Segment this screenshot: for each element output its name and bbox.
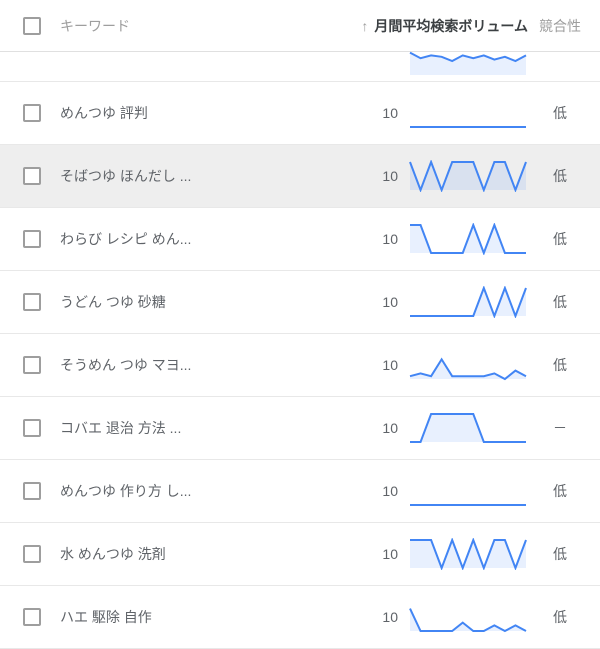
competition-cell: 低 — [528, 481, 592, 501]
row-checkbox[interactable] — [23, 230, 41, 248]
volume-value: 10 — [374, 105, 398, 121]
row-checkbox[interactable] — [23, 545, 41, 563]
table-row[interactable]: 水 めんつゆ 洗剤 10 低 — [0, 523, 600, 586]
keyword-table: キーワード ↑ 月間平均検索ボリューム 競合性 めんつゆ 評判 10 低 そばつ… — [0, 0, 600, 649]
row-checkbox[interactable] — [23, 608, 41, 626]
row-checkbox-cell — [8, 608, 56, 626]
table-row[interactable]: めんつゆ 作り方 し... 10 低 — [0, 460, 600, 523]
row-checkbox[interactable] — [23, 356, 41, 374]
competition-cell: 低 — [528, 607, 592, 627]
volume-cell: 10 — [318, 97, 528, 129]
table-row-partial — [0, 52, 600, 82]
table-row[interactable]: コバエ 退治 方法 ... 10 － — [0, 397, 600, 460]
row-checkbox[interactable] — [23, 104, 41, 122]
sparkline — [408, 601, 528, 633]
table-row[interactable]: うどん つゆ 砂糖 10 低 — [0, 271, 600, 334]
header-volume-label: 月間平均検索ボリューム — [374, 16, 528, 36]
competition-cell: 低 — [528, 544, 592, 564]
competition-cell: － — [528, 418, 592, 438]
sparkline — [408, 160, 528, 192]
sparkline — [408, 286, 528, 318]
volume-cell: 10 — [318, 349, 528, 381]
row-checkbox[interactable] — [23, 482, 41, 500]
row-checkbox-cell — [8, 482, 56, 500]
select-all-checkbox[interactable] — [23, 17, 41, 35]
competition-cell: 低 — [528, 355, 592, 375]
sort-ascending-icon: ↑ — [361, 18, 368, 34]
header-checkbox-cell — [8, 17, 56, 35]
keyword-cell[interactable]: そうめん つゆ マヨ... — [56, 355, 318, 375]
row-checkbox-cell — [8, 293, 56, 311]
keyword-cell[interactable]: そばつゆ ほんだし ... — [56, 166, 318, 186]
volume-cell: 10 — [318, 223, 528, 255]
row-checkbox-cell — [8, 167, 56, 185]
row-checkbox-cell — [8, 545, 56, 563]
volume-value: 10 — [374, 357, 398, 373]
keyword-cell[interactable]: 水 めんつゆ 洗剤 — [56, 544, 318, 564]
volume-value: 10 — [374, 483, 398, 499]
keyword-cell[interactable]: ハエ 駆除 自作 — [56, 607, 318, 627]
row-checkbox[interactable] — [23, 167, 41, 185]
table-row[interactable]: ハエ 駆除 自作 10 低 — [0, 586, 600, 649]
row-checkbox-cell — [8, 104, 56, 122]
volume-cell: 10 — [318, 601, 528, 633]
volume-value: 10 — [374, 231, 398, 247]
volume-cell: 10 — [318, 412, 528, 444]
keyword-cell[interactable]: コバエ 退治 方法 ... — [56, 418, 318, 438]
competition-cell: 低 — [528, 166, 592, 186]
volume-value: 10 — [374, 420, 398, 436]
row-checkbox[interactable] — [23, 293, 41, 311]
row-checkbox-cell — [8, 230, 56, 248]
competition-cell: 低 — [528, 229, 592, 249]
competition-cell: 低 — [528, 292, 592, 312]
sparkline — [408, 223, 528, 255]
table-row[interactable]: めんつゆ 評判 10 低 — [0, 82, 600, 145]
keyword-cell[interactable]: めんつゆ 評判 — [56, 103, 318, 123]
volume-value: 10 — [374, 546, 398, 562]
volume-value: 10 — [374, 294, 398, 310]
row-checkbox[interactable] — [23, 419, 41, 437]
table-row[interactable]: そうめん つゆ マヨ... 10 低 — [0, 334, 600, 397]
table-row[interactable]: そばつゆ ほんだし ... 10 低 — [0, 145, 600, 208]
row-checkbox-cell — [8, 419, 56, 437]
sparkline — [408, 349, 528, 381]
table-row[interactable]: わらび レシピ めん... 10 低 — [0, 208, 600, 271]
sparkline — [408, 45, 528, 77]
sparkline — [408, 97, 528, 129]
header-keyword[interactable]: キーワード — [56, 16, 318, 36]
volume-cell: 10 — [318, 538, 528, 570]
sparkline — [408, 538, 528, 570]
volume-value: 10 — [374, 609, 398, 625]
row-checkbox-cell — [8, 356, 56, 374]
keyword-cell[interactable]: うどん つゆ 砂糖 — [56, 292, 318, 312]
volume-cell: 10 — [318, 160, 528, 192]
header-competition[interactable]: 競合性 — [528, 16, 592, 36]
sparkline — [408, 412, 528, 444]
keyword-cell[interactable]: めんつゆ 作り方 し... — [56, 481, 318, 501]
volume-cell: 10 — [318, 475, 528, 507]
volume-cell: 10 — [318, 286, 528, 318]
sparkline — [408, 475, 528, 507]
keyword-cell[interactable]: わらび レシピ めん... — [56, 229, 318, 249]
volume-value: 10 — [374, 168, 398, 184]
competition-cell: 低 — [528, 103, 592, 123]
header-volume[interactable]: ↑ 月間平均検索ボリューム — [318, 16, 528, 36]
